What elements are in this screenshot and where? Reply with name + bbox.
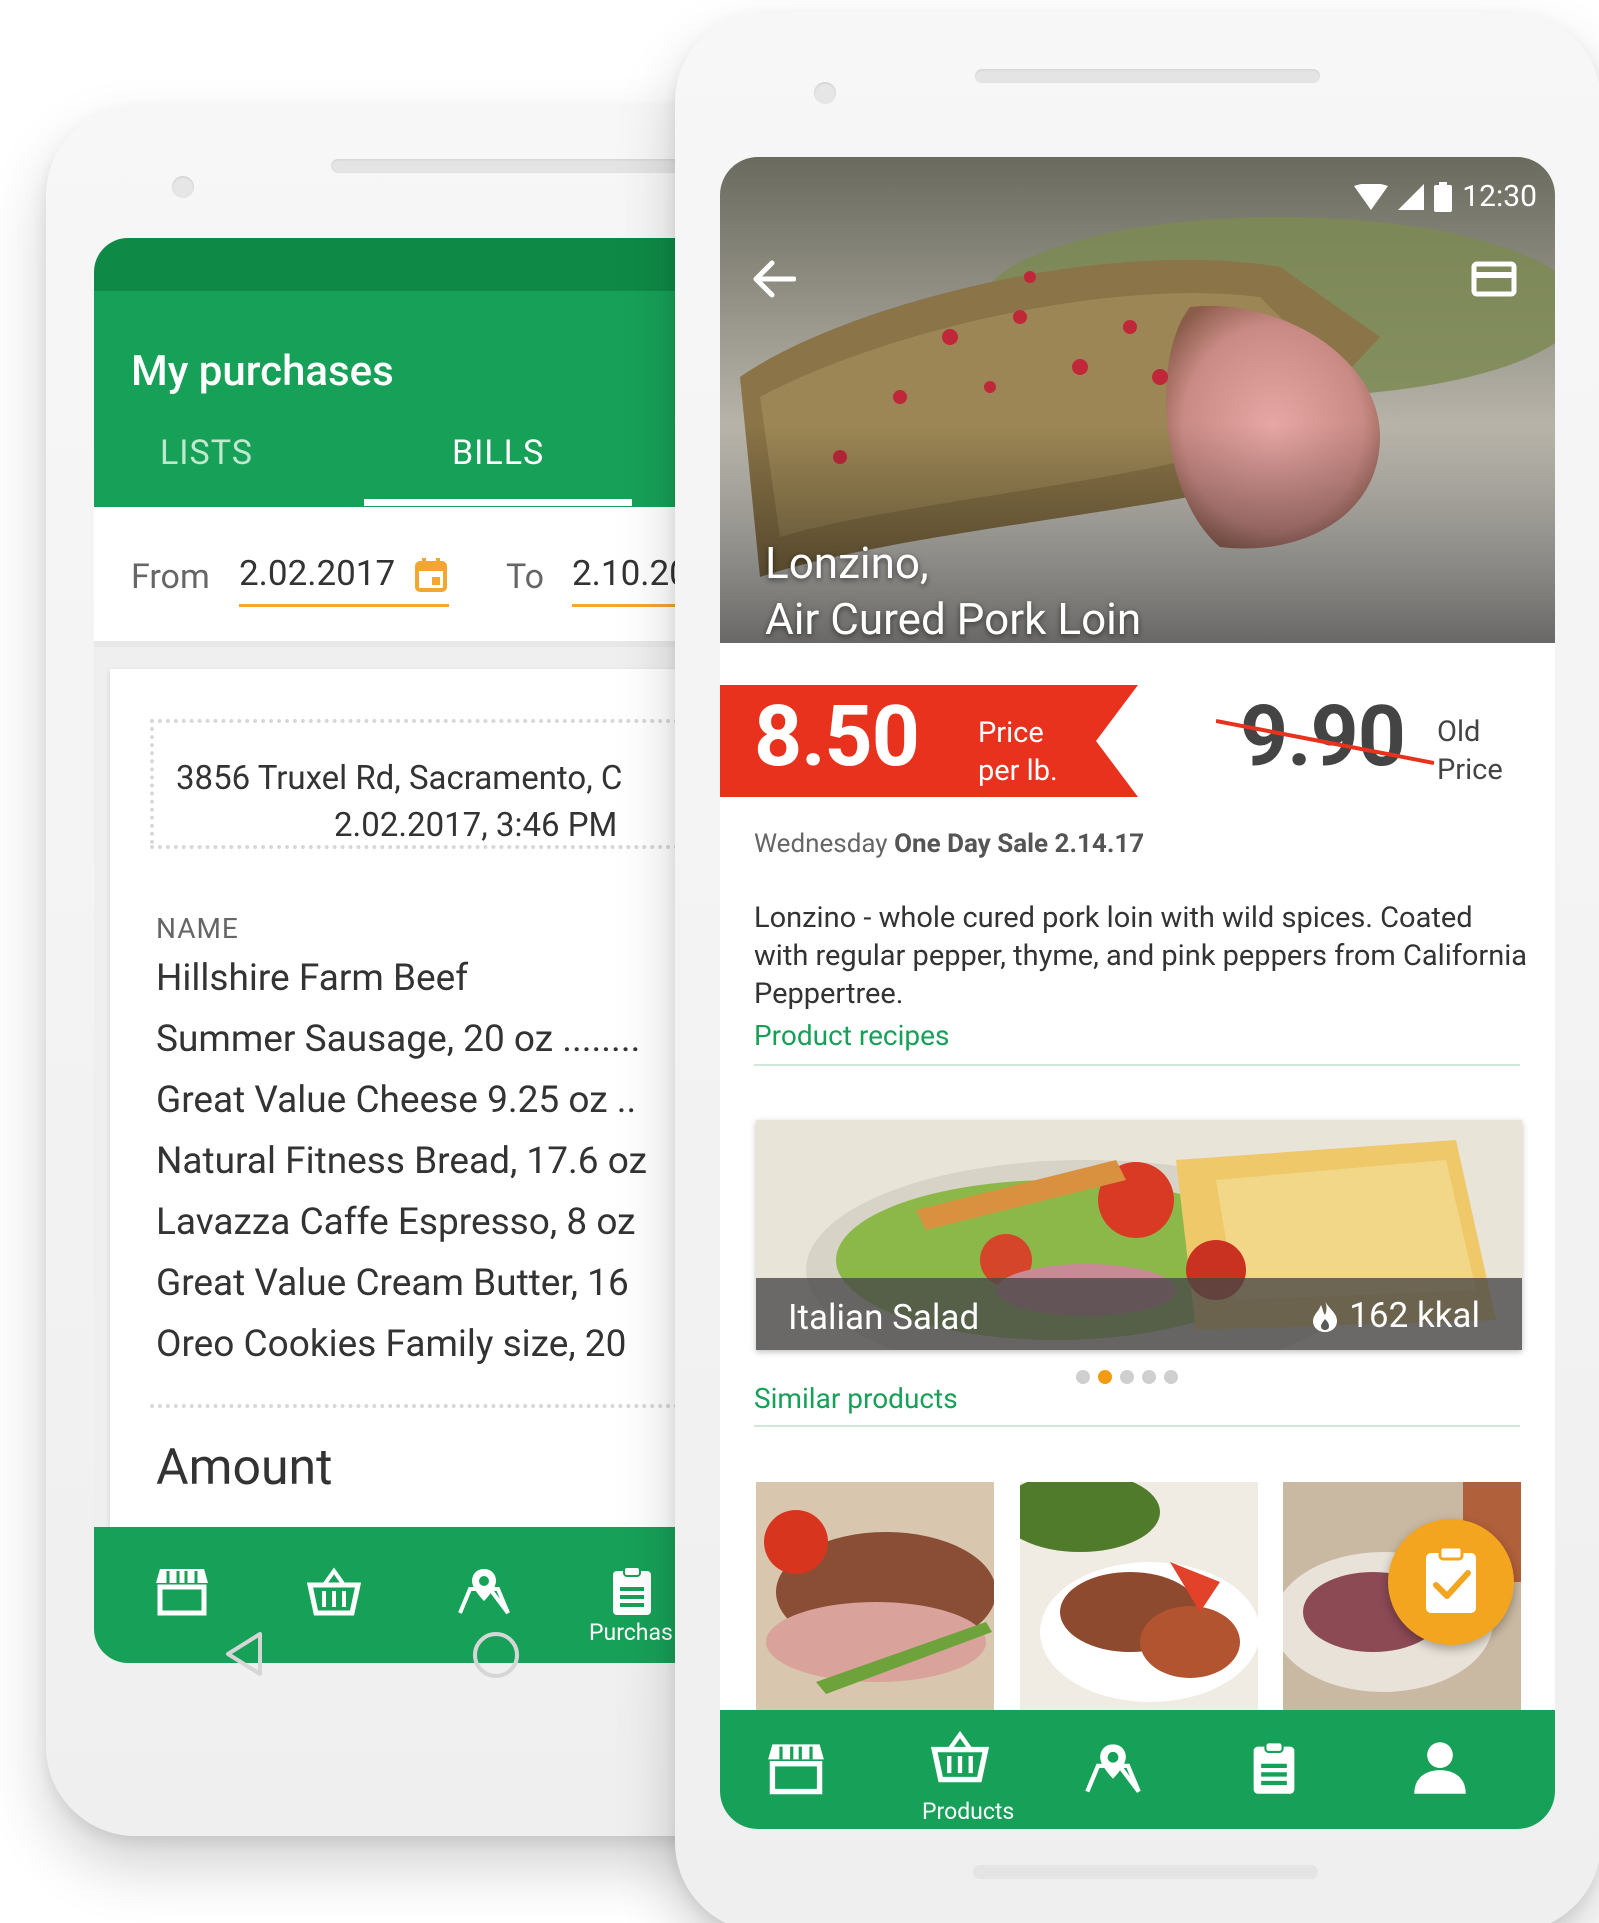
bill-card[interactable]: 3856 Truxel Rd, Sacramento, C 2.02.2017,… bbox=[110, 669, 754, 1569]
to-label: To bbox=[506, 557, 545, 597]
recipes-section-header: Product recipes bbox=[754, 1019, 950, 1052]
product-title: Lonzino, Air Cured Pork Loin bbox=[765, 537, 1142, 643]
add-to-list-fab[interactable] bbox=[1388, 1519, 1514, 1645]
front-camera bbox=[172, 176, 194, 198]
carousel-dot[interactable] bbox=[1120, 1370, 1134, 1384]
tab-indicator bbox=[364, 499, 632, 506]
from-label: From bbox=[131, 557, 210, 597]
carousel-dot[interactable] bbox=[1076, 1370, 1090, 1384]
app-bar: My purchases LISTS BILLS bbox=[94, 291, 754, 507]
back-arrow-icon[interactable] bbox=[750, 259, 796, 299]
page-title: My purchases bbox=[131, 347, 394, 396]
person-icon[interactable] bbox=[1410, 1740, 1470, 1796]
strikethrough-line bbox=[1216, 719, 1434, 765]
similar-product-photo bbox=[756, 1482, 994, 1712]
app-showcase: My purchases LISTS BILLS From 2.02.2017 … bbox=[0, 0, 1599, 1923]
clipboard-check-icon bbox=[1426, 1545, 1476, 1613]
front-camera bbox=[814, 82, 836, 104]
map-pin-icon[interactable] bbox=[456, 1565, 512, 1617]
store-icon[interactable] bbox=[766, 1740, 826, 1796]
tab-bills[interactable]: BILLS bbox=[452, 433, 544, 473]
list-item: Summer Sausage, 20 oz ........ bbox=[156, 1018, 641, 1061]
dotted-divider bbox=[150, 1404, 754, 1408]
carousel-dot[interactable] bbox=[1142, 1370, 1156, 1384]
bottom-nav: Purchas bbox=[94, 1527, 754, 1663]
nav-label-purchases: Purchas bbox=[589, 1619, 673, 1646]
wifi-icon bbox=[1354, 183, 1389, 210]
status-bar: 12:30 bbox=[1354, 179, 1537, 214]
bottom-nav: Products bbox=[720, 1710, 1555, 1829]
status-time: 12:30 bbox=[1462, 179, 1537, 214]
calendar-icon[interactable] bbox=[414, 557, 448, 593]
similar-section-header: Similar products bbox=[754, 1382, 958, 1415]
section-divider bbox=[754, 1064, 1520, 1066]
bill-list: 3856 Truxel Rd, Sacramento, C 2.02.2017,… bbox=[94, 647, 754, 1569]
product-description: Lonzino - whole cured pork loin with wil… bbox=[754, 901, 1528, 1011]
signal-icon bbox=[1398, 183, 1425, 210]
product-hero-image: 12:30 Lonzino, Air Cured Pork Loin bbox=[720, 157, 1555, 643]
basket-icon[interactable] bbox=[930, 1728, 990, 1784]
status-bar bbox=[94, 238, 754, 291]
date-filter: From 2.02.2017 To 2.10.20 bbox=[94, 507, 754, 647]
system-back-icon[interactable] bbox=[222, 1630, 266, 1678]
similar-product-card[interactable] bbox=[1020, 1482, 1258, 1712]
list-item: Hillshire Farm Beef bbox=[156, 957, 469, 1000]
similar-product-card[interactable] bbox=[756, 1482, 994, 1712]
section-divider bbox=[754, 1425, 1520, 1427]
product-detail-screen: 12:30 Lonzino, Air Cured Pork Loin 8.50 … bbox=[720, 157, 1555, 1829]
carousel-dot[interactable] bbox=[1164, 1370, 1178, 1384]
dotted-divider bbox=[150, 845, 754, 849]
clipboard-icon[interactable] bbox=[604, 1565, 660, 1617]
tab-lists[interactable]: LISTS bbox=[160, 433, 253, 473]
recipe-name: Italian Salad bbox=[788, 1297, 980, 1338]
battery-icon bbox=[1434, 181, 1453, 212]
similar-product-photo bbox=[1020, 1482, 1258, 1712]
list-item: Lavazza Caffe Espresso, 8 oz bbox=[156, 1201, 636, 1244]
basket-icon[interactable] bbox=[306, 1565, 362, 1617]
list-item: Natural Fitness Bread, 17.6 oz bbox=[156, 1140, 647, 1183]
card-icon[interactable] bbox=[1471, 261, 1517, 297]
flame-icon bbox=[1313, 1300, 1338, 1332]
bottom-speaker bbox=[973, 1865, 1318, 1879]
recipe-calories: 162 kkal bbox=[1311, 1295, 1480, 1336]
price-unit-label: Price per lb. bbox=[978, 716, 1058, 788]
earpiece-speaker bbox=[975, 69, 1320, 83]
dotted-divider bbox=[150, 719, 154, 844]
earpiece-speaker bbox=[331, 159, 711, 173]
bill-datetime: 2.02.2017, 3:46 PM bbox=[334, 806, 618, 845]
name-column-header: NAME bbox=[156, 912, 239, 945]
amount-label: Amount bbox=[156, 1439, 333, 1497]
list-item: Oreo Cookies Family size, 20 bbox=[156, 1323, 627, 1366]
sale-info: Wednesday One Day Sale 2.14.17 bbox=[754, 829, 1145, 859]
front-phone-device: 12:30 Lonzino, Air Cured Pork Loin 8.50 … bbox=[675, 12, 1599, 1923]
store-address: 3856 Truxel Rd, Sacramento, C bbox=[176, 759, 623, 798]
carousel-dot-active[interactable] bbox=[1098, 1370, 1112, 1384]
system-home-button[interactable] bbox=[473, 1632, 519, 1678]
recipe-card[interactable]: Italian Salad 162 kkal bbox=[756, 1120, 1522, 1350]
clipboard-icon[interactable] bbox=[1244, 1740, 1304, 1796]
carousel-indicator bbox=[1076, 1370, 1178, 1384]
old-price-label: Old Price bbox=[1437, 715, 1503, 787]
list-item: Great Value Cream Butter, 16 bbox=[156, 1262, 629, 1305]
purchases-screen: My purchases LISTS BILLS From 2.02.2017 … bbox=[94, 238, 754, 1663]
store-icon[interactable] bbox=[154, 1565, 210, 1617]
dotted-divider bbox=[150, 719, 754, 723]
current-price: 8.50 bbox=[754, 687, 920, 786]
map-pin-icon[interactable] bbox=[1083, 1740, 1143, 1796]
list-item: Great Value Cheese 9.25 oz .. bbox=[156, 1079, 637, 1122]
nav-label-products: Products bbox=[922, 1798, 1015, 1825]
